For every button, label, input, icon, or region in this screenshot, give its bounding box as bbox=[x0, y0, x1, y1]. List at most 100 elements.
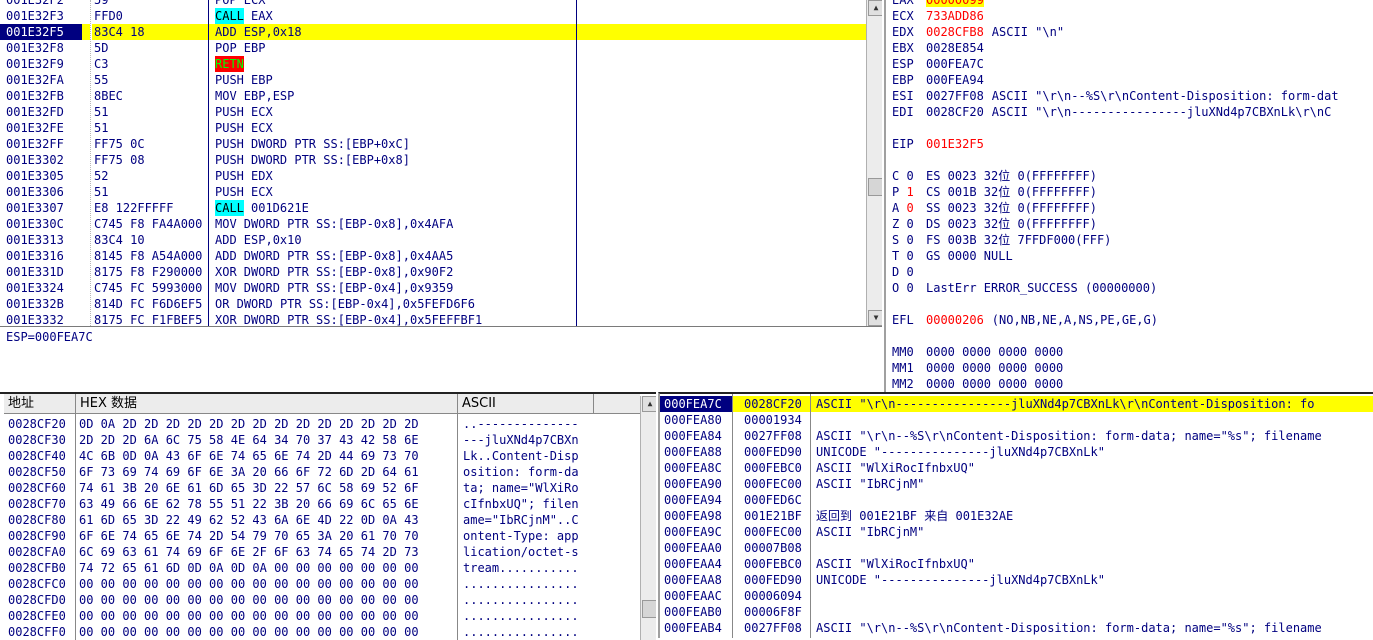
register-value[interactable]: ES 0023 32位 0(FFFFFFFF) bbox=[926, 169, 1097, 183]
disasm-row[interactable]: 001E32F5 83C4 18 ADD ESP,0x18 bbox=[0, 24, 866, 40]
disasm-address[interactable]: 001E32FF bbox=[0, 136, 82, 152]
stack-address[interactable]: 000FEA88 bbox=[660, 444, 732, 460]
disasm-row[interactable]: 001E32F3 FFD0 CALL EAX bbox=[0, 8, 866, 24]
stack-row[interactable]: 000FEAAC 00006094 bbox=[660, 588, 1373, 604]
register-value[interactable]: LastErr ERROR_SUCCESS (00000000) bbox=[926, 281, 1157, 295]
register-row[interactable]: MM0 0000 0000 0000 0000 bbox=[892, 344, 1339, 360]
flag-value[interactable]: 1 bbox=[906, 185, 913, 199]
disasm-row[interactable]: 001E330C C745 F8 FA4A000 MOV DWORD PTR SS:[… bbox=[0, 216, 866, 232]
dump-header-hex[interactable]: HEX 数据 bbox=[76, 394, 458, 414]
dump-address[interactable]: 0028CFB0 bbox=[8, 560, 66, 576]
dump-ascii[interactable]: ontent-Type: app bbox=[463, 528, 579, 544]
dump-ascii[interactable]: ..-------------- bbox=[463, 416, 579, 432]
stack-value[interactable]: 00006F8F bbox=[744, 604, 802, 620]
stack-value[interactable]: 00007B08 bbox=[744, 540, 802, 556]
stack-row[interactable]: 000FEA88 000FED90 UNICODE "---------------… bbox=[660, 444, 1373, 460]
register-value[interactable]: 0000 0000 0000 0000 bbox=[926, 345, 1063, 359]
dump-row[interactable]: 0028CFA0 6C 69 63 61 74 69 6F 6E 2F 6F 63… bbox=[0, 544, 640, 560]
register-row[interactable]: EIP 001E32F5 bbox=[892, 136, 1339, 152]
stack-value[interactable]: 0027FF08 bbox=[744, 620, 802, 636]
disasm-row[interactable]: 001E3302 FF75 08 PUSH DWORD PTR SS:[EBP+0x8… bbox=[0, 152, 866, 168]
dump-row[interactable]: 0028CF40 4C 6B 0D 0A 43 6F 6E 74 65 6E 74… bbox=[0, 448, 640, 464]
disasm-address[interactable]: 001E32F5 bbox=[0, 24, 82, 40]
stack-row[interactable]: 000FEAA8 000FED90 UNICODE "---------------… bbox=[660, 572, 1373, 588]
disasm-address[interactable]: 001E32FE bbox=[0, 120, 82, 136]
register-value[interactable]: 0027FF08 bbox=[926, 89, 984, 103]
dump-row[interactable]: 0028CF70 63 49 66 6E 62 78 55 51 22 3B 20… bbox=[0, 496, 640, 512]
stack-address[interactable]: 000FEAB0 bbox=[660, 604, 732, 620]
stack-value[interactable]: 000FED6C bbox=[744, 492, 802, 508]
register-value[interactable]: FS 003B 32位 7FFDF000(FFF) bbox=[926, 233, 1111, 247]
stack-address[interactable]: 000FEAA8 bbox=[660, 572, 732, 588]
register-row[interactable]: EBX 0028E854 bbox=[892, 40, 1339, 56]
dump-hex[interactable]: 00 00 00 00 00 00 00 00 00 00 00 00 00 0… bbox=[79, 608, 419, 624]
dump-ascii[interactable]: ................ bbox=[463, 592, 579, 608]
dump-list[interactable]: 0028CF20 0D 0A 2D 2D 2D 2D 2D 2D 2D 2D 2D… bbox=[0, 416, 640, 640]
stack-list[interactable]: 000FEA7C 0028CF20 ASCII "\r\n-------------… bbox=[660, 396, 1373, 636]
disasm-row[interactable]: 001E3306 51 PUSH ECX bbox=[0, 184, 866, 200]
disassembly-scrollbar[interactable]: ▲ ▼ bbox=[866, 0, 882, 326]
stack-value[interactable]: 0027FF08 bbox=[744, 428, 802, 444]
disasm-row[interactable]: 001E3307 E8 122FFFFF CALL 001D621E bbox=[0, 200, 866, 216]
register-row[interactable]: T 0 GS 0000 NULL bbox=[892, 248, 1339, 264]
register-value[interactable]: 001E32F5 bbox=[926, 137, 984, 151]
scroll-up-icon[interactable]: ▲ bbox=[642, 396, 656, 412]
stack-value[interactable]: 000FED90 bbox=[744, 572, 802, 588]
dump-hex[interactable]: 00 00 00 00 00 00 00 00 00 00 00 00 00 0… bbox=[79, 576, 419, 592]
disasm-row[interactable]: 001E32F9 C3 RETN bbox=[0, 56, 866, 72]
stack-address[interactable]: 000FEA7C bbox=[660, 396, 732, 412]
dump-address[interactable]: 0028CF90 bbox=[8, 528, 66, 544]
register-value[interactable]: 0028CFB8 bbox=[926, 25, 984, 39]
register-row[interactable]: ESI 0027FF08 ASCII "\r\n--%S\r\nContent-Di… bbox=[892, 88, 1339, 104]
stack-value[interactable]: 000FEC00 bbox=[744, 524, 802, 540]
dump-hex[interactable]: 2D 2D 2D 6A 6C 75 58 4E 64 34 70 37 43 4… bbox=[79, 432, 419, 448]
register-value[interactable]: DS 0023 32位 0(FFFFFFFF) bbox=[926, 217, 1097, 231]
register-value[interactable]: 00000206 bbox=[926, 313, 984, 327]
dump-hex[interactable]: 0D 0A 2D 2D 2D 2D 2D 2D 2D 2D 2D 2D 2D 2… bbox=[79, 416, 419, 432]
disassembly-pane[interactable]: 001E32F2 59 POP ECX 001E32F3 FFD0 CALL EAX 001E3… bbox=[0, 0, 882, 326]
register-row[interactable]: EAX 00000099 bbox=[892, 0, 1339, 8]
register-row[interactable]: O 0 LastErr ERROR_SUCCESS (00000000) bbox=[892, 280, 1339, 296]
register-value[interactable]: GS 0000 NULL bbox=[926, 249, 1013, 263]
dump-ascii[interactable]: ---jluXNd4p7CBXn bbox=[463, 432, 579, 448]
stack-value[interactable]: 000FEC00 bbox=[744, 476, 802, 492]
register-row[interactable]: EDI 0028CF20 ASCII "\r\n----------------jl… bbox=[892, 104, 1339, 120]
register-row[interactable]: EBP 000FEA94 bbox=[892, 72, 1339, 88]
disasm-address[interactable]: 001E32FB bbox=[0, 88, 82, 104]
register-value[interactable]: 00000099 bbox=[926, 0, 984, 7]
stack-row[interactable]: 000FEA98 001E21BF 返回到 001E21BF 来自 001E32AE bbox=[660, 508, 1373, 524]
dump-address[interactable]: 0028CFE0 bbox=[8, 608, 66, 624]
stack-pane[interactable]: 000FEA7C 0028CF20 ASCII "\r\n-------------… bbox=[658, 392, 1373, 638]
disasm-address[interactable]: 001E32F2 bbox=[0, 0, 82, 8]
dump-row[interactable]: 0028CFC0 00 00 00 00 00 00 00 00 00 00 00… bbox=[0, 576, 640, 592]
disasm-row[interactable]: 001E332B 814D FC F6D6EF5 OR DWORD PTR SS:[E… bbox=[0, 296, 866, 312]
dump-hex[interactable]: 74 72 65 61 6D 0D 0A 0D 0A 00 00 00 00 0… bbox=[79, 560, 419, 576]
stack-value[interactable]: 000FED90 bbox=[744, 444, 802, 460]
disasm-row[interactable]: 001E3324 C745 FC 5993000 MOV DWORD PTR SS:[… bbox=[0, 280, 866, 296]
disasm-address[interactable]: 001E3302 bbox=[0, 152, 82, 168]
dump-address[interactable]: 0028CFC0 bbox=[8, 576, 66, 592]
disasm-address[interactable]: 001E3305 bbox=[0, 168, 82, 184]
stack-address[interactable]: 000FEAA4 bbox=[660, 556, 732, 572]
dump-row[interactable]: 0028CFB0 74 72 65 61 6D 0D 0A 0D 0A 00 00… bbox=[0, 560, 640, 576]
scroll-up-icon[interactable]: ▲ bbox=[868, 0, 882, 16]
dump-ascii[interactable]: ta; name="WlXiRo bbox=[463, 480, 579, 496]
register-row[interactable]: C 0 ES 0023 32位 0(FFFFFFFF) bbox=[892, 168, 1339, 184]
disasm-address[interactable]: 001E3324 bbox=[0, 280, 82, 296]
register-row[interactable] bbox=[892, 328, 1339, 344]
stack-address[interactable]: 000FEA90 bbox=[660, 476, 732, 492]
dump-address[interactable]: 0028CFA0 bbox=[8, 544, 66, 560]
register-row[interactable] bbox=[892, 152, 1339, 168]
dump-hex[interactable]: 63 49 66 6E 62 78 55 51 22 3B 20 66 69 6… bbox=[79, 496, 419, 512]
scroll-thumb[interactable] bbox=[642, 600, 656, 618]
stack-row[interactable]: 000FEA84 0027FF08 ASCII "\r\n--%S\r\nConte… bbox=[660, 428, 1373, 444]
stack-row[interactable]: 000FEA90 000FEC00 ASCII "IbRCjnM" bbox=[660, 476, 1373, 492]
register-value[interactable]: 0028E854 bbox=[926, 41, 984, 55]
stack-address[interactable]: 000FEAB4 bbox=[660, 620, 732, 636]
stack-value[interactable]: 000FEBC0 bbox=[744, 556, 802, 572]
stack-row[interactable]: 000FEAB4 0027FF08 ASCII "\r\n--%S\r\nConte… bbox=[660, 620, 1373, 636]
disasm-row[interactable]: 001E3316 8145 F8 A54A000 ADD DWORD PTR SS:[… bbox=[0, 248, 866, 264]
disasm-row[interactable]: 001E32F8 5D POP EBP bbox=[0, 40, 866, 56]
disassembly-list[interactable]: 001E32F2 59 POP ECX 001E32F3 FFD0 CALL EAX 001E3… bbox=[0, 0, 866, 326]
dump-hex[interactable]: 61 6D 65 3D 22 49 62 52 43 6A 6E 4D 22 0… bbox=[79, 512, 419, 528]
